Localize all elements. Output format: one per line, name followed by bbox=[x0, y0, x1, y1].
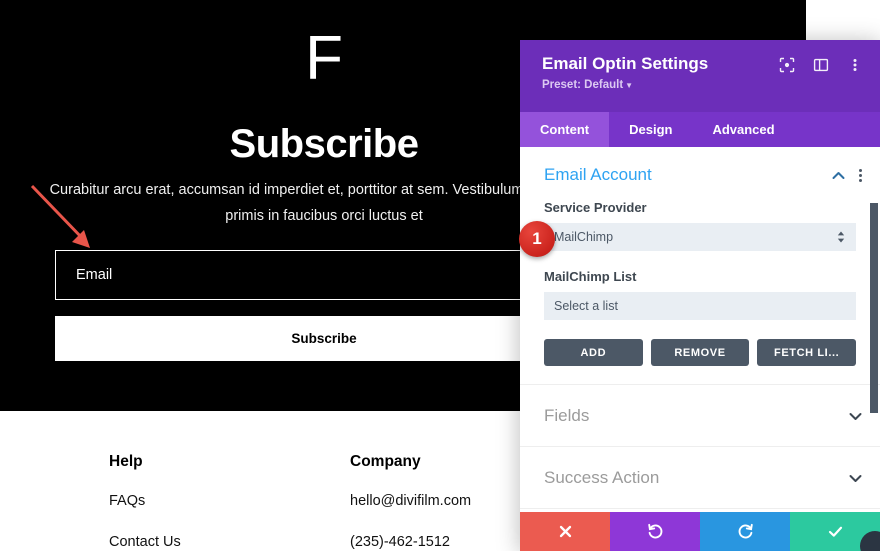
section-success-action-title: Success Action bbox=[544, 468, 660, 487]
layout-columns-icon[interactable] bbox=[812, 56, 830, 74]
section-email-account-icons bbox=[831, 168, 862, 182]
add-button[interactable]: ADD bbox=[544, 339, 643, 366]
panel-header-icons bbox=[778, 56, 864, 74]
email-field-placeholder: Email bbox=[76, 267, 113, 283]
panel-scrollbar[interactable] bbox=[870, 203, 878, 413]
footer-column-help: Help FAQs Contact Us bbox=[109, 454, 181, 551]
email-optin-settings-panel: Email Optin Settings Preset: Default ▼ C… bbox=[520, 40, 880, 551]
section-email-account-body: Service Provider MailChimp MailChimp Lis… bbox=[520, 201, 880, 384]
chevron-down-icon[interactable] bbox=[848, 409, 862, 423]
caret-down-icon: ▼ bbox=[625, 81, 634, 91]
section-success-action: Success Action bbox=[520, 447, 880, 509]
section-more-icon[interactable] bbox=[859, 168, 862, 182]
undo-button[interactable] bbox=[610, 512, 700, 551]
tab-content[interactable]: Content bbox=[520, 112, 610, 147]
footer-link-faqs[interactable]: FAQs bbox=[109, 493, 181, 509]
save-button[interactable] bbox=[790, 512, 880, 551]
chevron-up-icon[interactable] bbox=[831, 168, 845, 182]
panel-header: Email Optin Settings Preset: Default ▼ bbox=[520, 40, 880, 112]
label-service-provider: Service Provider bbox=[544, 200, 647, 215]
chevron-down-icon[interactable] bbox=[848, 471, 862, 485]
panel-action-bar bbox=[520, 512, 880, 551]
focus-target-icon[interactable] bbox=[778, 56, 796, 74]
panel-body: Email Account Service Provider MailChimp bbox=[520, 147, 880, 512]
service-provider-select[interactable]: MailChimp bbox=[544, 223, 856, 251]
fetch-lists-button[interactable]: FETCH LI... bbox=[757, 339, 857, 366]
footer-column-company: Company hello@divifilm.com (235)-462-151… bbox=[350, 454, 471, 551]
footer-heading-company: Company bbox=[350, 453, 421, 470]
section-success-action-header[interactable]: Success Action bbox=[520, 447, 880, 508]
panel-tabs: Content Design Advanced bbox=[520, 112, 880, 147]
footer-heading-help: Help bbox=[109, 453, 143, 470]
section-fields-title: Fields bbox=[544, 406, 590, 425]
select-arrows-icon bbox=[837, 231, 845, 243]
email-field[interactable]: Email bbox=[55, 250, 593, 300]
list-action-buttons: ADD REMOVE FETCH LI... bbox=[544, 339, 857, 366]
section-email-account-header[interactable]: Email Account bbox=[520, 147, 880, 201]
section-email-account-title: Email Account bbox=[544, 165, 652, 184]
mailchimp-list-select[interactable]: Select a list bbox=[544, 292, 856, 320]
footer-link-phone[interactable]: (235)-462-1512 bbox=[350, 535, 471, 550]
label-mailchimp-list: MailChimp List bbox=[544, 269, 637, 284]
section-fields-header[interactable]: Fields bbox=[520, 385, 880, 446]
subscribe-button[interactable]: Subscribe bbox=[55, 316, 593, 361]
tab-advanced[interactable]: Advanced bbox=[692, 112, 794, 147]
footer-link-contact-us[interactable]: Contact Us bbox=[109, 535, 181, 550]
mailchimp-list-value: Select a list bbox=[554, 299, 618, 313]
footer-link-email[interactable]: hello@divifilm.com bbox=[350, 493, 471, 509]
cancel-button[interactable] bbox=[520, 512, 610, 551]
preset-selector[interactable]: Preset: Default ▼ bbox=[542, 79, 633, 91]
screen: F Subscribe Curabitur arcu erat, accumsa… bbox=[0, 0, 880, 551]
callout-badge-1: 1 bbox=[519, 221, 555, 257]
service-provider-value: MailChimp bbox=[554, 230, 614, 244]
more-vertical-icon[interactable] bbox=[846, 56, 864, 74]
subscribe-button-label: Subscribe bbox=[291, 331, 357, 346]
section-fields: Fields bbox=[520, 385, 880, 447]
section-email-account: Email Account Service Provider MailChimp bbox=[520, 147, 880, 385]
redo-button[interactable] bbox=[700, 512, 790, 551]
preset-label: Preset: Default bbox=[542, 79, 624, 92]
remove-button[interactable]: REMOVE bbox=[650, 339, 750, 366]
tab-design[interactable]: Design bbox=[609, 112, 692, 147]
fab-blob[interactable] bbox=[860, 531, 880, 551]
